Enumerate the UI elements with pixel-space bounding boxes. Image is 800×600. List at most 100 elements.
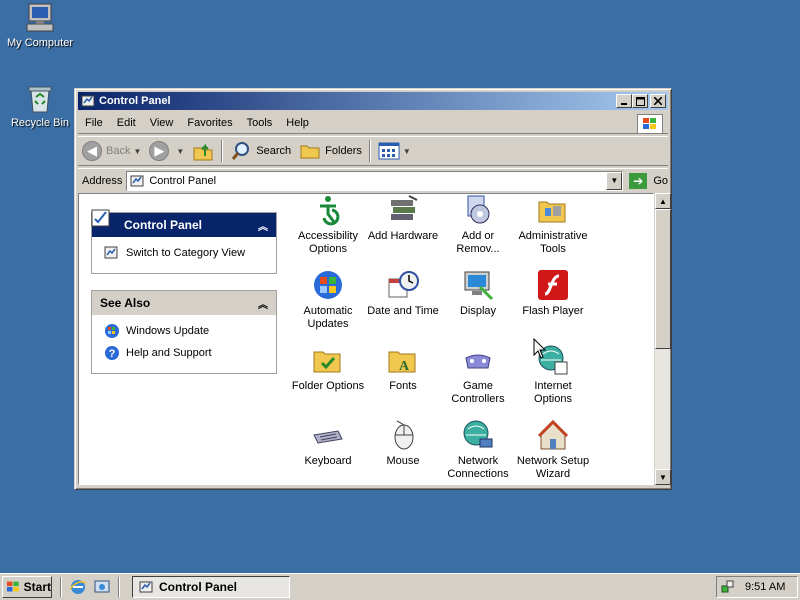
task-box-body: Windows Update ? Help and Support xyxy=(92,315,276,373)
desktop-icon-label: Recycle Bin xyxy=(10,117,70,129)
switch-view-icon xyxy=(104,246,118,259)
title-bar[interactable]: Control Panel xyxy=(78,92,668,110)
show-desktop-icon[interactable] xyxy=(93,578,111,596)
item-mouse[interactable]: Mouse xyxy=(365,419,441,468)
menu-file[interactable]: File xyxy=(78,117,110,129)
back-button[interactable]: ◀ Back ▼ xyxy=(78,138,145,164)
item-automatic-updates[interactable]: Automatic Updates xyxy=(290,269,366,331)
item-date-and-time[interactable]: Date and Time xyxy=(365,269,441,318)
windows-logo-icon xyxy=(7,581,19,592)
menu-view[interactable]: View xyxy=(143,117,181,129)
control-panel-icon xyxy=(139,581,153,593)
item-label-line: Options xyxy=(309,243,347,255)
item-label-line: Display xyxy=(459,305,497,317)
item-label-line: Administrative xyxy=(518,230,588,242)
item-display[interactable]: Display xyxy=(440,269,516,318)
task-box-header[interactable]: See Also ︽ xyxy=(92,291,276,315)
item-flash-player[interactable]: Flash Player xyxy=(515,269,591,318)
item-accessibility-options[interactable]: Accessibility Options xyxy=(290,194,366,256)
item-label-line: Folder Options xyxy=(291,380,365,392)
scroll-down-button[interactable]: ▼ xyxy=(655,469,671,485)
control-panel-window: Control Panel File Edit View Favorites T… xyxy=(74,88,672,490)
task-box-body: Switch to Category View xyxy=(92,237,276,273)
scroll-up-button[interactable]: ▲ xyxy=(655,193,671,209)
task-box-title: Control Panel xyxy=(124,218,203,232)
scroll-thumb[interactable] xyxy=(655,209,671,349)
item-add-remove-programs[interactable]: Add or Remov... xyxy=(440,194,516,256)
item-add-hardware[interactable]: Add Hardware xyxy=(365,194,441,243)
views-button[interactable]: ▼ xyxy=(374,138,415,164)
item-label-line: Flash Player xyxy=(522,305,584,317)
chevron-down-icon[interactable]: ▼ xyxy=(133,147,141,156)
item-label-line: Automatic xyxy=(303,305,353,317)
start-label: Start xyxy=(23,580,51,594)
chevron-down-icon[interactable]: ▼ xyxy=(176,147,184,156)
item-label-line: Accessibility xyxy=(298,230,358,242)
up-button[interactable] xyxy=(188,138,218,164)
item-network-setup-wizard[interactable]: Network Setup Wizard xyxy=(515,419,591,481)
help-icon: ? xyxy=(105,346,119,360)
control-panel-icon xyxy=(81,95,95,107)
forward-button[interactable]: ▶ ▼ xyxy=(145,138,188,164)
desktop-icon-my-computer[interactable]: My Computer xyxy=(0,2,80,49)
system-tray: 9:51 AM xyxy=(716,576,798,598)
folders-label: Folders xyxy=(325,145,362,157)
vertical-scrollbar[interactable]: ▲ ▼ xyxy=(654,193,671,485)
task-box-title: See Also xyxy=(100,296,151,310)
address-dropdown-button[interactable]: ▼ xyxy=(606,171,623,190)
item-fonts[interactable]: A Fonts xyxy=(365,344,441,393)
switch-category-view-link[interactable]: Switch to Category View xyxy=(104,245,270,261)
help-support-link[interactable]: ? Help and Support xyxy=(104,345,270,361)
item-administrative-tools[interactable]: Administrative Tools xyxy=(515,194,591,256)
menu-help[interactable]: Help xyxy=(279,117,316,129)
close-button[interactable] xyxy=(650,94,666,108)
internet-explorer-icon[interactable] xyxy=(69,578,87,596)
go-arrow-icon: ➔ xyxy=(629,172,648,189)
item-network-connections[interactable]: Network Connections xyxy=(440,419,516,481)
minimize-button[interactable] xyxy=(616,94,632,108)
link-label: Switch to Category View xyxy=(126,247,246,259)
maximize-button[interactable] xyxy=(632,94,648,108)
item-folder-options[interactable]: Folder Options xyxy=(290,344,366,393)
chevron-up-icon[interactable]: ︽ xyxy=(258,218,268,233)
control-panel-task-box: Control Panel ︽ Switch to Category View xyxy=(91,209,277,274)
control-panel-icon xyxy=(91,209,110,227)
menu-favorites[interactable]: Favorites xyxy=(180,117,239,129)
administrative-tools-icon xyxy=(537,194,569,226)
clock[interactable]: 9:51 AM xyxy=(745,581,785,593)
go-button[interactable]: ➔ Go xyxy=(629,172,668,189)
recycle-bin-icon xyxy=(24,82,56,114)
taskbar: Start Control Panel 9:51 AM xyxy=(0,573,800,600)
chevron-up-icon[interactable]: ︽ xyxy=(258,296,268,311)
mouse-icon xyxy=(387,419,419,451)
svg-text:A: A xyxy=(399,359,410,374)
windows-update-icon xyxy=(105,324,119,338)
date-time-icon xyxy=(387,269,419,301)
desktop-icon-recycle-bin[interactable]: Recycle Bin xyxy=(0,82,80,129)
task-box-header[interactable]: Control Panel ︽ xyxy=(91,209,276,237)
fonts-icon: A xyxy=(387,344,419,376)
item-internet-options[interactable]: Internet Options xyxy=(515,344,591,406)
item-label-line: Add or xyxy=(461,230,495,242)
folders-button[interactable]: Folders xyxy=(295,138,366,164)
windows-logo-icon xyxy=(637,114,663,134)
item-label-line: Fonts xyxy=(389,380,417,392)
item-label-line: Date and Time xyxy=(367,305,439,317)
close-icon xyxy=(654,97,662,105)
flash-player-icon xyxy=(537,269,569,301)
start-button[interactable]: Start xyxy=(2,576,52,598)
windows-update-link[interactable]: Windows Update xyxy=(104,323,270,339)
search-button[interactable]: Search xyxy=(226,138,295,164)
item-label-line: Keyboard xyxy=(304,455,352,467)
item-game-controllers[interactable]: Game Controllers xyxy=(440,344,516,406)
menu-tools[interactable]: Tools xyxy=(240,117,280,129)
item-keyboard[interactable]: Keyboard xyxy=(290,419,366,468)
address-input[interactable]: Control Panel ▼ xyxy=(126,170,624,191)
taskbar-control-panel-button[interactable]: Control Panel xyxy=(132,576,290,598)
network-tray-icon[interactable] xyxy=(721,580,735,594)
menu-edit[interactable]: Edit xyxy=(110,117,143,129)
link-label: Windows Update xyxy=(126,325,210,337)
maximize-icon xyxy=(635,96,645,106)
task-label: Control Panel xyxy=(159,580,238,594)
quick-launch-separator xyxy=(60,577,62,597)
